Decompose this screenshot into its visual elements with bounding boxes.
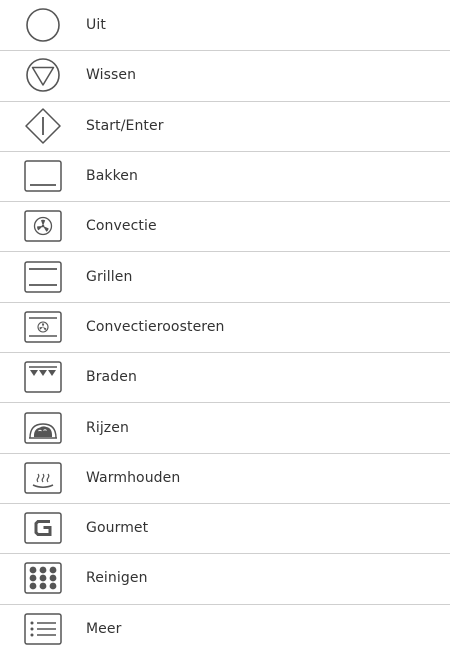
- legend-row-keep-warm: Warmhouden: [0, 452, 450, 503]
- legend-label-convection-roast: Convectieroosteren: [86, 318, 225, 335]
- convection-roast-icon: [24, 311, 62, 343]
- start-diamond-icon: [25, 107, 61, 144]
- clear-triangle-icon: [26, 58, 60, 93]
- legend-row-bake: Bakken: [0, 150, 450, 201]
- legend-label-more: Meer: [86, 620, 122, 637]
- legend-label-start: Start/Enter: [86, 117, 164, 134]
- legend-row-start: Start/Enter: [0, 100, 450, 151]
- legend-row-grill: Grillen: [0, 251, 450, 301]
- more-list-icon: [24, 612, 62, 645]
- oven-control-legend: Uit Wissen Start/Enter Bakken Convectie …: [0, 0, 450, 654]
- off-circle-icon: [26, 8, 60, 42]
- bake-icon: [24, 160, 62, 192]
- legend-row-off: Uit: [0, 0, 450, 50]
- legend-label-off: Uit: [86, 17, 106, 34]
- legend-label-keep-warm: Warmhouden: [86, 469, 181, 486]
- legend-label-broil: Braden: [86, 369, 137, 386]
- legend-row-broil: Braden: [0, 352, 450, 402]
- proof-bread-icon: [24, 411, 62, 444]
- grill-icon: [24, 260, 62, 293]
- legend-label-bake: Bakken: [86, 168, 138, 185]
- legend-row-convection-roast: Convectieroosteren: [0, 301, 450, 352]
- legend-row-proof: Rijzen: [0, 402, 450, 452]
- legend-label-gourmet: Gourmet: [86, 520, 149, 537]
- legend-row-convection: Convectie: [0, 201, 450, 251]
- legend-row-gourmet: Gourmet: [0, 502, 450, 553]
- self-clean-icon: [24, 562, 62, 595]
- legend-label-grill: Grillen: [86, 268, 133, 285]
- legend-label-proof: Rijzen: [86, 419, 129, 436]
- legend-row-self-clean: Reinigen: [0, 553, 450, 603]
- legend-label-clear: Wissen: [86, 67, 137, 84]
- gourmet-icon: [24, 512, 62, 544]
- keep-warm-icon: [24, 462, 62, 494]
- legend-row-clear: Wissen: [0, 50, 450, 100]
- legend-label-self-clean: Reinigen: [86, 570, 148, 587]
- broil-icon: [24, 361, 62, 393]
- legend-row-more: Meer: [0, 603, 450, 654]
- convection-fan-icon: [24, 210, 62, 243]
- legend-label-convection: Convectie: [86, 218, 157, 235]
